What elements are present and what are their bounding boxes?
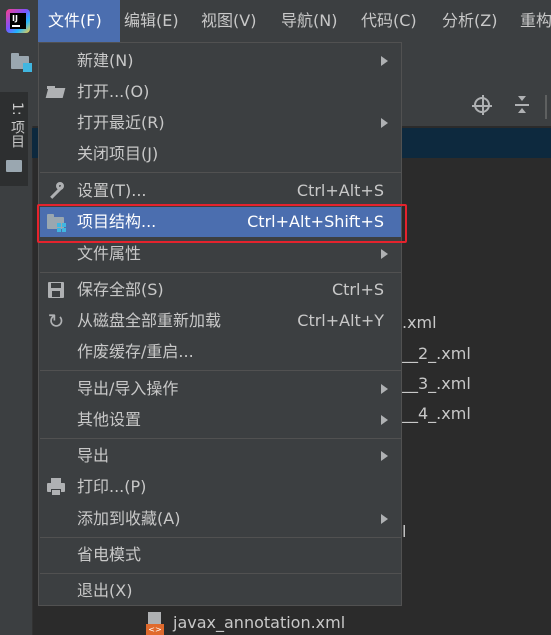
menu-item-reload-from-disk[interactable]: ↻ 从磁盘全部重新加载 Ctrl+Alt+Y — [40, 306, 401, 336]
menu-item-open[interactable]: 打开...(O) — [40, 77, 401, 107]
menu-file[interactable]: 文件(F) — [38, 0, 120, 42]
menu-view[interactable]: 视图(V) — [201, 0, 256, 42]
menu-analyze[interactable]: 分析(Z) — [442, 0, 497, 42]
locate-target-icon[interactable] — [472, 95, 492, 115]
menu-item-invalidate-caches[interactable]: 作废缓存/重启... — [40, 337, 401, 367]
menu-item-file-properties[interactable]: 文件属性 — [40, 239, 401, 269]
submenu-arrow-icon — [381, 249, 388, 259]
menu-item-export[interactable]: 导出 — [40, 441, 401, 471]
tree-item[interactable]: l — [402, 522, 406, 541]
reload-icon: ↻ — [47, 309, 65, 333]
tree-item[interactable]: __2_.xml — [402, 344, 471, 363]
menu-separator — [40, 272, 401, 273]
menu-navigate[interactable]: 导航(N) — [281, 0, 337, 42]
panel-header-separator — [545, 95, 547, 119]
submenu-arrow-icon — [381, 384, 388, 394]
menu-separator — [40, 573, 401, 574]
collapse-all-icon[interactable] — [514, 96, 530, 114]
file-menu-dropdown: 新建(N) 打开...(O) 打开最近(R) 关闭项目(J) 设置(T)... … — [38, 42, 402, 606]
menu-separator — [40, 172, 401, 173]
menu-refactor[interactable]: 重构 — [520, 0, 551, 42]
menu-item-save-all[interactable]: 保存全部(S) Ctrl+S — [40, 275, 401, 305]
menu-item-print[interactable]: 打印...(P) — [40, 472, 401, 502]
submenu-arrow-icon — [381, 56, 388, 66]
menu-code[interactable]: 代码(C) — [361, 0, 417, 42]
intellij-logo-icon: IJ — [6, 9, 30, 33]
wrench-icon — [47, 182, 65, 200]
tree-item[interactable]: .xml — [402, 313, 437, 332]
menu-separator — [40, 537, 401, 538]
open-folder-icon — [45, 83, 66, 101]
menu-item-export-import-actions[interactable]: 导出/导入操作 — [40, 374, 401, 404]
menu-item-add-to-favorites[interactable]: 添加到收藏(A) — [40, 504, 401, 534]
project-tab-label[interactable]: 1: 项目 — [7, 102, 27, 148]
tree-item[interactable]: javax_annotation.xml — [173, 613, 345, 632]
main-menubar: IJ 文件(F) 编辑(E) 视图(V) 导航(N) 代码(C) 分析(Z) 重… — [0, 0, 551, 42]
menu-item-open-recent[interactable]: 打开最近(R) — [40, 108, 401, 138]
menu-item-other-settings[interactable]: 其他设置 — [40, 405, 401, 435]
print-icon — [47, 478, 65, 496]
menu-item-new[interactable]: 新建(N) — [40, 46, 401, 76]
menu-item-settings[interactable]: 设置(T)... Ctrl+Alt+S — [40, 176, 401, 206]
submenu-arrow-icon — [381, 415, 388, 425]
project-folder-icon[interactable] — [11, 53, 32, 72]
menu-separator — [40, 370, 401, 371]
tree-item[interactable]: __4_.xml — [402, 404, 471, 423]
xml-file-icon: <> — [146, 612, 164, 635]
menu-edit[interactable]: 编辑(E) — [124, 0, 179, 42]
menu-item-exit[interactable]: 退出(X) — [40, 576, 401, 606]
submenu-arrow-icon — [381, 118, 388, 128]
submenu-arrow-icon — [381, 451, 388, 461]
submenu-arrow-icon — [381, 514, 388, 524]
menu-separator — [40, 438, 401, 439]
project-tab-folder-icon — [6, 160, 22, 172]
menu-item-power-save-mode[interactable]: 省电模式 — [40, 540, 401, 570]
save-icon — [47, 281, 65, 299]
highlight-annotation-box — [37, 204, 407, 243]
tree-item[interactable]: __3_.xml — [402, 374, 471, 393]
menu-item-close-project[interactable]: 关闭项目(J) — [40, 139, 401, 169]
